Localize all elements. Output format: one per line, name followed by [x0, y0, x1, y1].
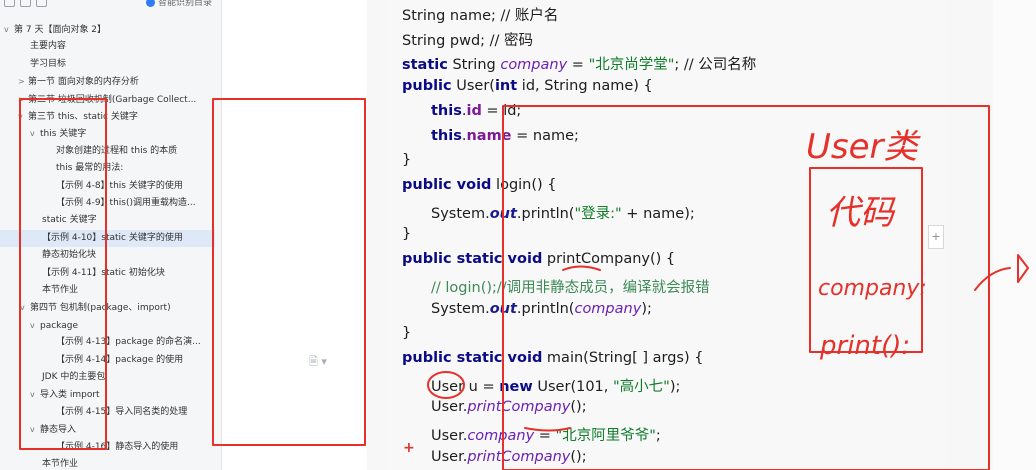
chevron-down-icon[interactable]: v [30, 317, 40, 334]
toc-item-label: 【示例 4-14】package 的使用 [56, 354, 184, 365]
code-line: } [402, 325, 412, 341]
toggle-on-icon [146, 0, 155, 7]
toc-item[interactable]: v第 7 天【面向对象 2】 [0, 21, 215, 38]
code-line: String name; // 账户名 [402, 8, 559, 24]
expand-button[interactable]: + [928, 225, 944, 249]
toc-item-label: this 关键字 [40, 129, 87, 140]
code-line: public void login() { [402, 177, 557, 193]
toc-item[interactable]: v this 关键字 [0, 125, 215, 142]
toc-item[interactable]: this 最常的用法: [0, 160, 215, 177]
toc-item[interactable]: 本节作业 [0, 282, 215, 299]
toc-item[interactable]: v 第四节 包机制(package、import) [0, 299, 215, 316]
toc-item-label: 对象创建的过程和 this 的本质 [56, 145, 178, 156]
toc-item-label: static 关键字 [42, 215, 97, 226]
toc-item[interactable]: 【示例 4-13】package 的命名演... [0, 334, 215, 351]
toc-item-label: 本节作业 [42, 459, 79, 469]
code-line: public static void printCompany() { [402, 251, 676, 267]
toc-item[interactable]: static 关键字 [0, 212, 215, 229]
code-line: this.id = id; [431, 103, 522, 119]
chevron-right-icon[interactable]: > [18, 91, 28, 108]
toc-item-label: 学习目标 [30, 58, 67, 69]
toc-item-label: 静态初始化块 [42, 250, 97, 261]
toc-item[interactable]: JDK 中的主要包 [0, 369, 215, 386]
toc-item[interactable]: 对象创建的过程和 this 的本质 [0, 143, 215, 160]
toc-item-label: 本节作业 [42, 285, 79, 295]
add-bookmark-icon[interactable] [36, 0, 47, 7]
toc-item[interactable]: > 第二节 垃圾回收机制(Garbage Collect... [0, 91, 215, 108]
toc-item-label: 第三节 this、static 关键字 [28, 112, 138, 122]
toc-item[interactable]: v 第三节 this、static 关键字 [0, 108, 215, 125]
toc-item[interactable]: v 导入类 import [0, 386, 215, 403]
code-line: public static void main(String[ ] args) … [402, 350, 704, 366]
toc-item-label: this 最常的用法: [56, 163, 124, 174]
toc-item[interactable]: v 静态导入 [0, 421, 215, 438]
chevron-right-icon[interactable]: > [18, 73, 28, 90]
code-block: String name; // 账户名 String pwd; // 密码 st… [386, 0, 946, 470]
toc-item[interactable]: 学习目标 [0, 56, 215, 73]
code-line: static String company = "北京尚学堂"; // 公司名称 [402, 57, 757, 73]
toc-item[interactable]: 主要内容 [0, 38, 215, 55]
right-rail [993, 0, 1036, 470]
code-line: this.name = name; [431, 128, 579, 144]
toc-item[interactable]: 【示例 4-14】package 的使用 [0, 352, 215, 369]
toc-item-label: JDK 中的主要包 [42, 372, 106, 382]
expand-all-icon[interactable] [20, 0, 31, 7]
code-line: User.company = "北京阿里爷爷"; [431, 428, 661, 444]
toc-item-label: 【示例 4-9】this()调用重载构造... [56, 198, 196, 208]
toc-item[interactable]: 【示例 4-11】static 初始化块 [0, 265, 215, 282]
toc-item-label: package [40, 320, 78, 331]
code-line: } [402, 226, 412, 242]
toc-item-label: 【示例 4-11】static 初始化块 [42, 267, 165, 278]
chevron-down-icon[interactable]: v [30, 421, 40, 438]
code-line: public User(int id, String name) { [402, 78, 653, 94]
toc-item[interactable]: 【示例 4-8】this 关键字的使用 [0, 178, 215, 195]
sidebar-toolbar: 智能识别目录 [0, 0, 221, 10]
chevron-down-icon[interactable]: v [4, 21, 14, 38]
code-line: System.out.println(company); [431, 301, 652, 317]
toc-item[interactable]: 【示例 4-9】this()调用重载构造... [0, 195, 215, 212]
page-margin-panel [222, 0, 367, 470]
smart-catalog-toggle[interactable]: 智能识别目录 [146, 0, 212, 8]
chevron-down-icon[interactable]: v [30, 125, 40, 142]
outline-sidebar: 智能识别目录 v第 7 天【面向对象 2】 主要内容 学习目标 > 第一节 面向对象的内… [0, 0, 222, 470]
toc-item-label: 第二节 垃圾回收机制(Garbage Collect... [28, 94, 197, 105]
toc-item-label: 【示例 4-16】静态导入的使用 [56, 441, 179, 452]
chevron-down-icon[interactable]: v [20, 299, 30, 316]
toc-item-label: 第一节 面向对象的内存分析 [28, 77, 139, 88]
toc-item[interactable]: 静态初始化块 [0, 247, 215, 264]
toc-item[interactable]: > 第一节 面向对象的内存分析 [0, 73, 215, 90]
toc-item-label: 第 7 天【面向对象 2】 [14, 25, 107, 35]
code-line: User.printCompany(); [431, 449, 587, 465]
code-line: User u = new User(101, "高小七"); [431, 379, 681, 395]
toc-item-label: 【示例 4-10】static 关键字的使用 [42, 232, 183, 243]
toc-item[interactable]: 【示例 4-16】静态导入的使用 [0, 439, 215, 456]
toc-item-label: 静态导入 [40, 425, 77, 436]
code-line: User.printCompany(); [431, 399, 587, 415]
code-line: } [402, 152, 412, 168]
toc-item-label: 【示例 4-15】导入同名类的处理 [56, 406, 188, 417]
toc-item[interactable]: 【示例 4-15】导入同名类的处理 [0, 404, 215, 421]
toc-item-label: 导入类 import [40, 390, 100, 401]
toc-item-label: 主要内容 [30, 41, 67, 52]
toc-item[interactable]: 【示例 4-10】static 关键字的使用 [0, 229, 215, 247]
smart-catalog-label: 智能识别目录 [158, 0, 213, 8]
add-line-marker[interactable]: + [403, 440, 415, 456]
code-line: System.out.println("登录:" + name); [431, 206, 695, 222]
chevron-down-icon[interactable]: v [30, 386, 40, 403]
code-line: // login();//调用非静态成员，编译就会报错 [431, 280, 710, 296]
toc-item-label: 【示例 4-13】package 的命名演... [56, 337, 201, 348]
toc-item-label: 【示例 4-8】this 关键字的使用 [56, 180, 183, 191]
code-line: String pwd; // 密码 [402, 33, 534, 49]
collapse-all-icon[interactable] [4, 0, 15, 7]
toc-item[interactable]: v package [0, 317, 215, 334]
document-icon[interactable]: 🗎 ▾ [309, 353, 327, 372]
chevron-down-icon[interactable]: v [18, 108, 28, 125]
toc-item[interactable]: 本节作业 [0, 456, 215, 470]
toc-item-label: 第四节 包机制(package、import) [30, 303, 171, 314]
